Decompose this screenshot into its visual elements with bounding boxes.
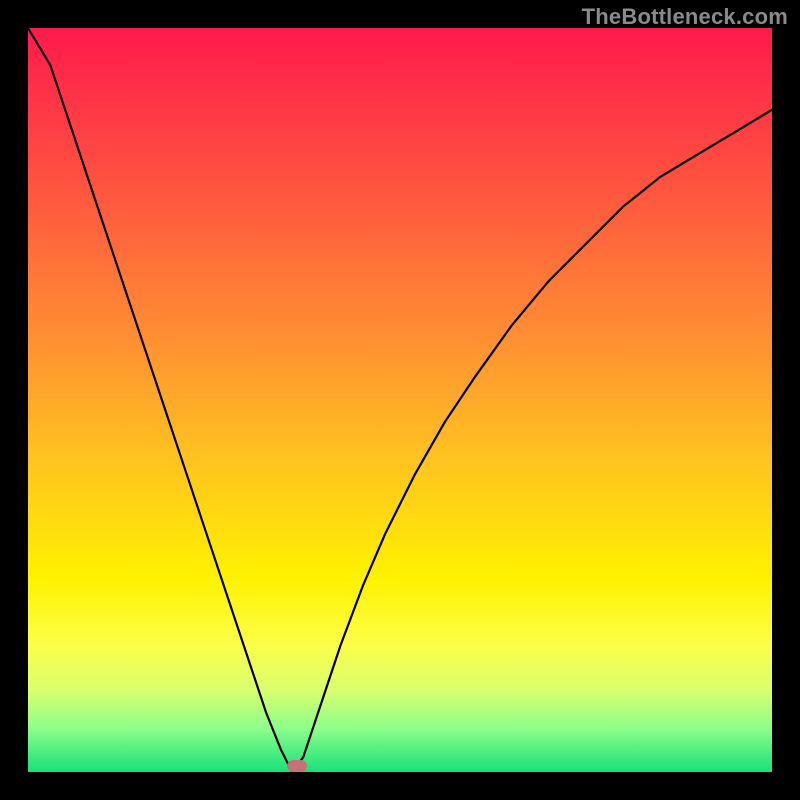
bottleneck-chart	[28, 28, 772, 772]
optimum-marker	[287, 760, 307, 772]
watermark-text: TheBottleneck.com	[582, 4, 788, 30]
gradient-background	[28, 28, 772, 772]
chart-frame: TheBottleneck.com	[0, 0, 800, 800]
